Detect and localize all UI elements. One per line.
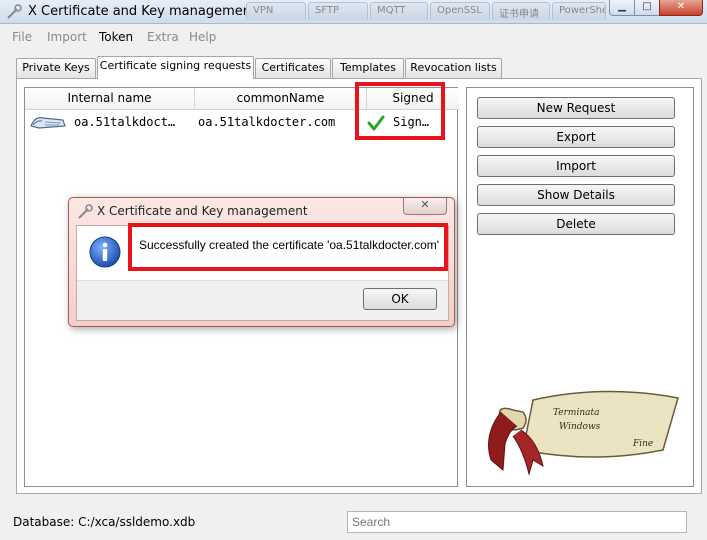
background-tab: VPN <box>246 2 306 20</box>
background-tab: PowerShell <box>552 2 606 20</box>
background-tab: MQTT <box>370 2 428 20</box>
csr-icon <box>29 114 69 130</box>
menu-import[interactable]: Import <box>47 30 87 44</box>
dialog-title: X Certificate and Key management <box>97 204 308 218</box>
cell-common-name: oa.51talkdocter.com <box>198 115 336 129</box>
menu-file[interactable]: File <box>12 30 32 44</box>
column-header-common-name[interactable]: commonName <box>195 88 367 110</box>
close-window-button[interactable]: ✕ <box>659 0 703 16</box>
import-button[interactable]: Import <box>477 155 675 177</box>
close-icon: ✕ <box>676 1 686 12</box>
tab-revocation-lists[interactable]: Revocation lists <box>405 58 502 78</box>
delete-button[interactable]: Delete <box>477 213 675 235</box>
maximize-icon: □ <box>642 1 652 12</box>
minimize-button[interactable]: ▁ <box>609 0 635 16</box>
database-status: Database: C:/xca/ssldemo.xdb <box>13 515 196 529</box>
cell-internal-name: oa.51talkdoct… <box>74 115 176 129</box>
menu-extra[interactable]: Extra <box>147 30 179 44</box>
cell-signed: Sign… <box>393 115 430 129</box>
column-header-internal-name[interactable]: Internal name <box>25 88 195 110</box>
new-request-button[interactable]: New Request <box>477 97 675 119</box>
tab-certificates[interactable]: Certificates <box>255 58 331 78</box>
background-tab: 证书申请 <box>492 2 550 20</box>
window-title: X Certificate and Key management <box>28 4 257 19</box>
xca-scroll-logo: Terminata Windows Fine <box>473 380 688 480</box>
app-key-icon <box>6 4 22 20</box>
scroll-text-line1: Terminata <box>553 408 600 418</box>
scroll-text-line2: Windows <box>559 422 601 432</box>
menu-token[interactable]: Token <box>99 30 133 44</box>
maximize-button[interactable]: □ <box>634 0 660 16</box>
checkmark-icon <box>367 114 385 132</box>
info-icon <box>89 236 121 268</box>
show-details-button[interactable]: Show Details <box>477 184 675 206</box>
success-dialog: X Certificate and Key management ✕ Succe… <box>68 197 455 327</box>
search-input[interactable] <box>347 511 687 533</box>
menu-help[interactable]: Help <box>189 30 216 44</box>
tab-templates[interactable]: Templates <box>332 58 404 78</box>
dialog-body: Successfully created the certificate 'oa… <box>76 225 449 321</box>
dialog-close-button[interactable]: ✕ <box>403 198 447 215</box>
minimize-icon: ▁ <box>618 1 626 12</box>
title-bar: X Certificate and Key management VPN SFT… <box>0 0 707 24</box>
dialog-message: Successfully created the certificate 'oa… <box>139 238 440 252</box>
export-button[interactable]: Export <box>477 126 675 148</box>
column-header-signed[interactable]: Signed <box>367 88 459 110</box>
menu-bar: File Import Token Extra Help <box>0 27 707 47</box>
table-row[interactable]: oa.51talkdoct… oa.51talkdocter.com Sign… <box>25 111 457 133</box>
app-key-icon <box>77 204 93 220</box>
scroll-text-line3: Fine <box>632 439 653 449</box>
tab-certificate-signing-requests[interactable]: Certificate signing requests <box>97 56 254 79</box>
background-tab: OpenSSL <box>430 2 490 20</box>
background-tab: SFTP <box>308 2 368 20</box>
tab-private-keys[interactable]: Private Keys <box>16 58 96 78</box>
dialog-footer: OK <box>77 280 448 320</box>
action-panel: New Request Export Import Show Details D… <box>466 87 694 487</box>
close-icon: ✕ <box>420 198 430 211</box>
ok-button[interactable]: OK <box>363 288 437 310</box>
